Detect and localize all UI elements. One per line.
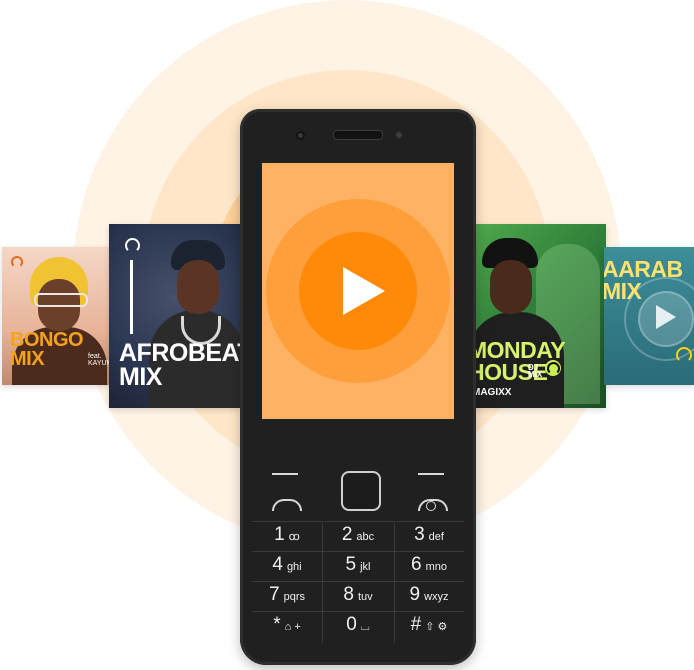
play-icon [656, 305, 676, 329]
cover-title: AFROBEAT MIX [119, 339, 241, 391]
playlist-cover-aarab-mix[interactable]: AARAB MIX [604, 247, 694, 385]
camera-icon [296, 131, 305, 140]
phone-screen [262, 163, 454, 419]
playlist-cover-monday-house[interactable]: MONDAY HOUSE DJ MIX MAGIXX [474, 224, 606, 408]
key-star[interactable]: * ⌂ + [254, 614, 320, 644]
cover-artist-name: MAGIXX [474, 387, 512, 398]
feature-phone: 1ꝏ 2 abc 3 def 4 ghi 5 jkl 6 mno 7 pqrs 8 tuv 9… [240, 109, 476, 665]
sunglasses-icon [34, 293, 88, 307]
headphones-logo-icon [674, 345, 694, 365]
key-hash[interactable]: # ⇧ ⚙ [396, 614, 462, 644]
navigation-pad-icon[interactable] [341, 471, 381, 511]
headphones-logo-icon [123, 236, 141, 254]
proximity-sensor [396, 132, 402, 138]
cover-artist-face [177, 260, 219, 314]
headphones-logo-icon [545, 360, 561, 376]
right-softkey[interactable] [418, 473, 444, 475]
playlist-cover-afrobeat-mix[interactable]: AFROBEAT MIX [109, 224, 241, 408]
play-icon[interactable] [343, 267, 385, 315]
cover-artist-face [490, 260, 532, 314]
key-7[interactable]: 7 pqrs [254, 584, 320, 614]
left-softkey[interactable] [272, 473, 298, 475]
key-0[interactable]: 0 ⌴ [325, 614, 391, 644]
keypad-divider [394, 523, 395, 643]
cover-accent-bar [130, 260, 133, 334]
key-4[interactable]: 4 ghi [254, 554, 320, 584]
key-8[interactable]: 8 tuv [325, 584, 391, 614]
key-5[interactable]: 5 jkl [325, 554, 391, 584]
key-3[interactable]: 3 def [396, 524, 462, 554]
key-6[interactable]: 6 mno [396, 554, 462, 584]
key-2[interactable]: 2 abc [325, 524, 391, 554]
headphones-logo-icon [10, 255, 24, 269]
cover-title: AARAB MIX [604, 256, 683, 304]
key-9[interactable]: 9 wxyz [396, 584, 462, 614]
cover-title: BONGO MIX [10, 329, 84, 370]
call-key-icon[interactable] [272, 499, 302, 511]
key-1[interactable]: 1ꝏ [254, 524, 320, 554]
playlist-cover-bongo-mix[interactable]: BONGO MIX feat. KAYUM [2, 247, 112, 385]
power-dot-icon [426, 501, 436, 511]
keypad-divider [252, 521, 464, 522]
keypad-divider [322, 523, 323, 643]
cover-dj-mix-label: DJ MIX [528, 363, 543, 380]
earpiece-speaker [333, 130, 383, 140]
